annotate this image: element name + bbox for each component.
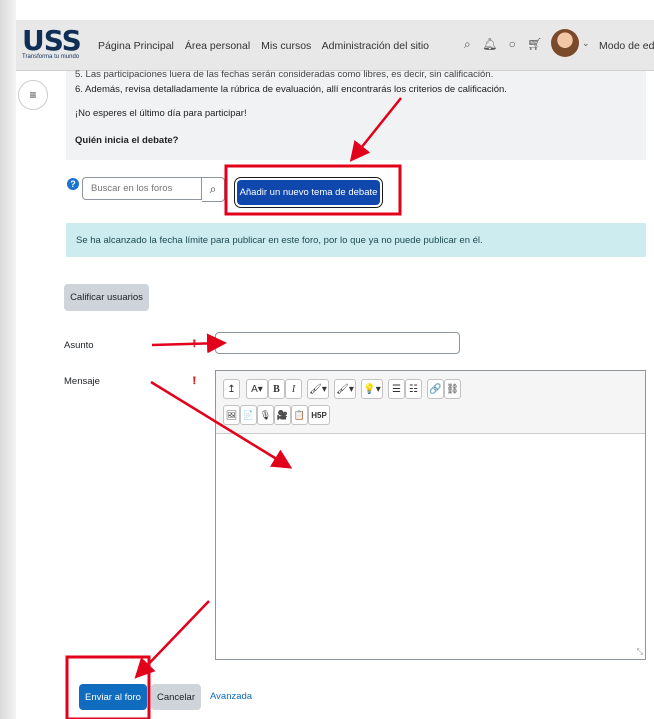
ordered-list-icon[interactable]: ☷ — [405, 379, 422, 399]
manage-files-icon[interactable]: 📋 — [291, 405, 308, 425]
forum-search-input[interactable] — [82, 177, 202, 200]
grade-users-button[interactable]: Calificar usuarios — [64, 284, 149, 311]
search-icon: ⌕ — [209, 182, 217, 196]
resize-handle-icon[interactable]: ⤡ — [637, 647, 643, 657]
search-icon[interactable]: ⌕ — [464, 37, 471, 51]
editor-toolbar: ↥ A▾ B I 🖌▾ 🖌▾ 💡▾ ☰ ☷ 🔗 ⛓ 🖼 📄 🎙 🎥 📋 H5P — [216, 371, 645, 434]
required-icon: ❗︎ — [193, 376, 196, 387]
deadline-alert: Se ha alcanzado la fecha límite para pub… — [66, 223, 646, 257]
nav-my-courses[interactable]: Mis cursos — [261, 40, 311, 52]
moodle-forum-page: USS Transforma tu mundo Página Principal… — [0, 0, 654, 719]
drawer-toggle-icon[interactable]: ≡ — [18, 80, 48, 110]
paragraph-style-button[interactable]: A▾ — [246, 379, 268, 399]
logo-tagline: Transforma tu mundo — [22, 54, 80, 60]
edit-mode-toggle[interactable]: Modo de edic — [599, 40, 654, 52]
unlink-icon[interactable]: ⛓ — [444, 379, 461, 399]
italic-button[interactable]: I — [285, 379, 302, 399]
image-icon[interactable]: 🖼 — [223, 405, 240, 425]
search-button[interactable]: ⌕ — [202, 177, 225, 202]
intro-line-5: 5. Las participaciones luera de las fech… — [75, 69, 494, 80]
lightbulb-icon[interactable]: 💡▾ — [361, 379, 383, 399]
help-icon[interactable]: ? — [67, 178, 79, 190]
uss-logo[interactable]: USS — [22, 27, 82, 55]
h5p-button[interactable]: H5P — [308, 405, 330, 425]
intro-line-6: 6. Además, revisa detalladamente la rúbr… — [75, 84, 507, 95]
unordered-list-icon[interactable]: ☰ — [388, 379, 405, 399]
advanced-link[interactable]: Avanzada — [210, 691, 252, 702]
background-color-icon[interactable]: 🖌▾ — [334, 379, 356, 399]
subject-label: Asunto — [64, 340, 94, 351]
record-video-icon[interactable]: 🎥 — [274, 405, 291, 425]
post-to-forum-button[interactable]: Enviar al foro — [79, 684, 147, 710]
arrow-to-submit — [134, 600, 210, 679]
intro-question: Quién inicia el debate? — [75, 135, 179, 146]
media-icon[interactable]: 📄 — [240, 405, 257, 425]
intro-reminder: ¡No esperes el último día para participa… — [75, 108, 247, 119]
collapse-toolbar-icon[interactable]: ↥ — [223, 379, 240, 399]
navbar-icons: ⌕ 🔔︎ ○ 🛒︎ — [464, 37, 550, 52]
chat-icon[interactable]: ○ — [509, 37, 516, 51]
add-discussion-topic-button[interactable]: Añadir un nuevo tema de debate — [237, 180, 380, 205]
chevron-down-icon[interactable]: ⌄ — [582, 38, 590, 49]
required-icon: ❗︎ — [193, 339, 196, 350]
bell-icon[interactable]: 🔔︎ — [482, 37, 497, 51]
user-avatar[interactable] — [551, 29, 579, 57]
cancel-button[interactable]: Cancelar — [151, 684, 201, 710]
arrow-to-subject — [151, 333, 227, 354]
top-navbar: USS Transforma tu mundo Página Principal… — [16, 20, 654, 71]
nav-site-admin[interactable]: Administración del sitio — [322, 40, 429, 52]
record-audio-icon[interactable]: 🎙 — [257, 405, 274, 425]
bold-button[interactable]: B — [268, 379, 285, 399]
primary-navigation: Página Principal Área personal Mis curso… — [98, 40, 437, 52]
font-color-icon[interactable]: 🖌▾ — [307, 379, 329, 399]
forum-intro: 5. Las participaciones luera de las fech… — [66, 69, 646, 160]
link-icon[interactable]: 🔗 — [427, 379, 444, 399]
subject-input[interactable] — [215, 332, 460, 354]
nav-dashboard[interactable]: Área personal — [185, 40, 250, 52]
message-label: Mensaje — [64, 376, 100, 387]
message-editor[interactable]: ↥ A▾ B I 🖌▾ 🖌▾ 💡▾ ☰ ☷ 🔗 ⛓ 🖼 📄 🎙 🎥 📋 H5P … — [215, 370, 646, 660]
cart-icon[interactable]: 🛒︎ — [527, 37, 542, 51]
nav-home[interactable]: Página Principal — [98, 40, 174, 52]
